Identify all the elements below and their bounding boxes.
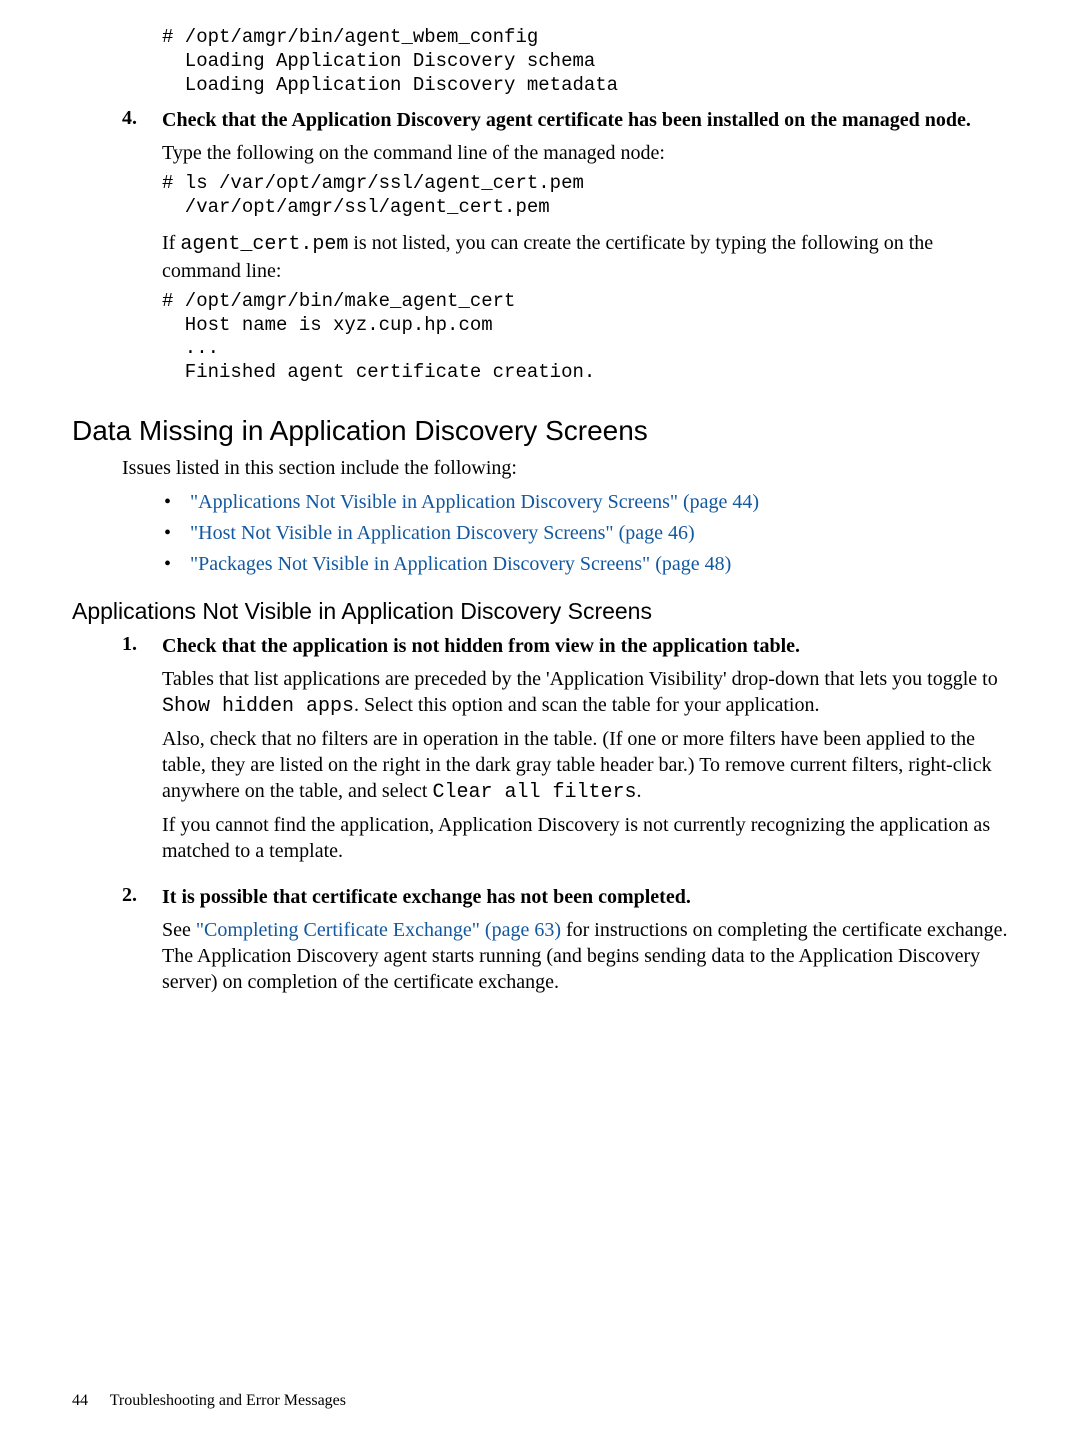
step-paragraph: Type the following on the command line o… xyxy=(162,140,1008,166)
step-paragraph: See "Completing Certificate Exchange" (p… xyxy=(162,917,1008,995)
section-body: Issues listed in this section include th… xyxy=(122,455,1008,580)
inline-code: agent_cert.pem xyxy=(180,233,348,256)
inline-code: Show hidden apps xyxy=(162,695,354,718)
step-paragraph: Also, check that no filters are in opera… xyxy=(162,726,1008,806)
step-title: Check that the Application Discovery age… xyxy=(162,107,1008,134)
step-number: 2. xyxy=(122,884,162,1001)
step-paragraph: If agent_cert.pem is not listed, you can… xyxy=(162,230,1008,284)
xref-link[interactable]: "Host Not Visible in Application Discove… xyxy=(190,522,695,544)
step-paragraph: Tables that list applications are preced… xyxy=(162,666,1008,720)
text: See xyxy=(162,919,196,941)
list-item: "Packages Not Visible in Application Dis… xyxy=(164,549,1008,580)
page-container: # /opt/amgr/bin/agent_wbem_config Loadin… xyxy=(0,0,1080,1438)
chapter-title: Troubleshooting and Error Messages xyxy=(110,1392,346,1409)
section-heading: Data Missing in Application Discovery Sc… xyxy=(72,415,1008,447)
xref-link[interactable]: "Applications Not Visible in Application… xyxy=(190,491,759,513)
section-intro: Issues listed in this section include th… xyxy=(122,455,1008,481)
step-number: 1. xyxy=(122,633,162,870)
text: If xyxy=(162,232,180,254)
continuation-block: # /opt/amgr/bin/agent_wbem_config Loadin… xyxy=(162,26,1008,97)
step-4: 4. Check that the Application Discovery … xyxy=(122,107,1008,395)
xref-link[interactable]: "Packages Not Visible in Application Dis… xyxy=(190,553,731,575)
step-title: It is possible that certificate exchange… xyxy=(162,884,1008,911)
text: . xyxy=(637,780,642,802)
text: Tables that list applications are preced… xyxy=(162,668,998,690)
code-block-wbem: # /opt/amgr/bin/agent_wbem_config Loadin… xyxy=(162,26,1008,97)
step-body: It is possible that certificate exchange… xyxy=(162,884,1008,1001)
page-footer: 44 Troubleshooting and Error Messages xyxy=(72,1392,346,1410)
xref-link[interactable]: "Completing Certificate Exchange" (page … xyxy=(196,919,561,941)
code-block-makecert: # /opt/amgr/bin/make_agent_cert Host nam… xyxy=(162,290,1008,385)
page-number: 44 xyxy=(72,1392,88,1410)
step-body: Check that the Application Discovery age… xyxy=(162,107,1008,395)
step-paragraph: If you cannot find the application, Appl… xyxy=(162,812,1008,864)
subsection-heading: Applications Not Visible in Application … xyxy=(72,598,1008,625)
text: . Select this option and scan the table … xyxy=(354,694,819,716)
inline-code: Clear all filters xyxy=(432,781,636,804)
list-item: "Host Not Visible in Application Discove… xyxy=(164,518,1008,549)
link-list: "Applications Not Visible in Application… xyxy=(164,487,1008,580)
code-block-ls: # ls /var/opt/amgr/ssl/agent_cert.pem /v… xyxy=(162,172,1008,220)
step-body: Check that the application is not hidden… xyxy=(162,633,1008,870)
step-title: Check that the application is not hidden… xyxy=(162,633,1008,660)
step-number: 4. xyxy=(122,107,162,395)
step-1: 1. Check that the application is not hid… xyxy=(122,633,1008,870)
step-2: 2. It is possible that certificate excha… xyxy=(122,884,1008,1001)
list-item: "Applications Not Visible in Application… xyxy=(164,487,1008,518)
